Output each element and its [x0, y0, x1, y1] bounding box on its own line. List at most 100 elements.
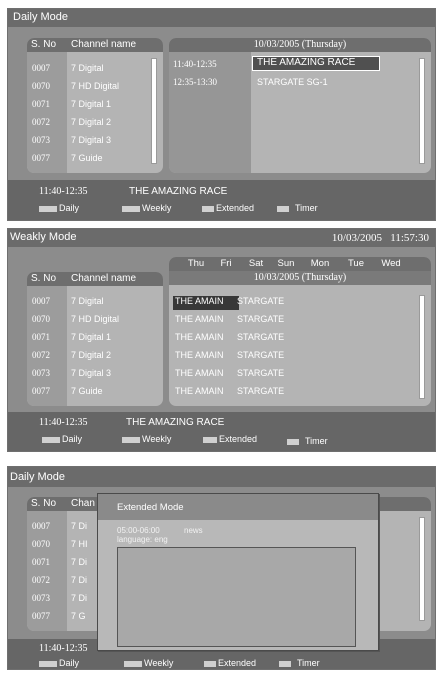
extended-program: news: [184, 526, 203, 535]
channel-name: 7 HD Digital: [71, 81, 120, 91]
status-time: 11:40-12:35: [39, 186, 88, 197]
day-tab-wed[interactable]: Wed: [373, 257, 409, 271]
grid-cell[interactable]: STARGATE: [237, 386, 284, 396]
legend-extended[interactable]: Extended: [203, 433, 257, 445]
channel-name: 7 G: [71, 611, 86, 621]
channel-name: 7 Digital 1: [71, 99, 112, 109]
extended-mode-dialog: Extended Mode 05:00-06:00 news language:…: [97, 493, 379, 651]
weekly-swatch: [122, 436, 140, 443]
legend-weekly[interactable]: Weekly: [122, 433, 171, 445]
program-scrollbar[interactable]: [419, 517, 425, 621]
legend-timer-label: Timer: [297, 658, 320, 668]
list-item[interactable]: 0007 7 Digital: [27, 59, 163, 77]
program-scrollbar[interactable]: [419, 58, 425, 164]
legend-daily[interactable]: Daily: [42, 433, 82, 445]
grid-cell[interactable]: STARGATE: [237, 314, 284, 324]
channel-rows: 0007 7 Digital 0070 7 HD Digital 0071 7 Dig…: [27, 292, 163, 400]
list-item[interactable]: 0073 7 Digital 3: [27, 131, 163, 149]
list-item[interactable]: 0007 7 Digital: [27, 292, 163, 310]
channel-list: S. No Channel name 0007 7 Digital 0070 7 H…: [27, 38, 163, 173]
channel-name: 7 Digital: [71, 63, 104, 73]
grid-row[interactable]: THE AMAIN STARGATE: [175, 364, 284, 382]
day-tab-sun[interactable]: Sun: [271, 257, 301, 271]
legend-weekly[interactable]: Weekly: [122, 202, 171, 214]
status-time: 11:40-12:35: [39, 417, 88, 428]
day-tab-thu[interactable]: Thu: [181, 257, 211, 271]
day-tab-sat[interactable]: Sat: [241, 257, 271, 271]
channel-name: 7 HD Digital: [71, 314, 120, 324]
grid-cell[interactable]: STARGATE: [237, 350, 284, 360]
list-item[interactable]: 0073 7 Digital 3: [27, 364, 163, 382]
legend-daily[interactable]: Daily: [39, 657, 79, 669]
grid-row[interactable]: THE AMAIN STARGATE: [175, 382, 284, 400]
day-tabs: Thu Fri Sat Sun Mon Tue Wed: [169, 257, 431, 271]
list-item[interactable]: 0072 7 Digital 2: [27, 113, 163, 131]
legend-weekly-label: Weekly: [142, 434, 172, 444]
channel-number: 0072: [32, 350, 50, 360]
legend-extended[interactable]: Extended: [204, 657, 256, 669]
grid-scrollbar[interactable]: [419, 295, 425, 399]
legend-weekly-label: Weekly: [142, 203, 172, 213]
channel-name: 7 Di: [71, 593, 88, 603]
daily-swatch: [42, 436, 60, 443]
channel-name: 7 Digital 1: [71, 332, 112, 342]
current-datetime: 10/03/2005 11:57:30: [331, 232, 429, 244]
screen-title: Daily Mode: [8, 9, 435, 27]
legend-timer[interactable]: Timer: [277, 202, 318, 214]
program-time: 12:35-13:30: [173, 77, 217, 87]
channel-number: 0073: [32, 368, 50, 378]
legend-weekly[interactable]: Weekly: [124, 657, 173, 669]
channel-scrollbar[interactable]: [151, 58, 157, 164]
grid-cell[interactable]: STARGATE: [237, 368, 284, 378]
legend-timer[interactable]: Timer: [287, 435, 328, 447]
legend-daily-label: Daily: [59, 203, 80, 213]
legend-extended-label: Extended: [219, 434, 258, 444]
program-panel: 10/03/2005 (Thursday) 11:40-12:35 12:35-…: [169, 38, 431, 173]
list-item[interactable]: 0077 7 Guide: [27, 149, 163, 167]
channel-name: 7 Digital 3: [71, 368, 112, 378]
grid-cell[interactable]: THE AMAIN: [175, 346, 237, 364]
channel-name: 7 Di: [71, 521, 88, 531]
list-item[interactable]: 0070 7 HD Digital: [27, 77, 163, 95]
legend-extended-label: Extended: [218, 658, 257, 668]
program-title[interactable]: STARGATE SG-1: [257, 73, 328, 91]
channel-name: 7 Digital 3: [71, 135, 112, 145]
legend-daily[interactable]: Daily: [39, 202, 79, 214]
grid-row[interactable]: THE AMAIN STARGATE: [175, 328, 284, 346]
list-item[interactable]: 0072 7 Digital 2: [27, 346, 163, 364]
legend-extended-label: Extended: [216, 203, 255, 213]
col-header-channel: Channel name: [67, 272, 163, 286]
grid-cell[interactable]: THE AMAIN: [175, 364, 237, 382]
grid-cell[interactable]: STARGATE: [237, 296, 284, 306]
grid-row[interactable]: THE AMAIN STARGATE: [175, 292, 284, 310]
channel-number: 0072: [32, 117, 50, 127]
grid-row[interactable]: THE AMAIN STARGATE: [175, 346, 284, 364]
timer-swatch: [277, 205, 289, 212]
grid-cell[interactable]: THE AMAIN: [175, 328, 237, 346]
list-item[interactable]: 0070 7 HD Digital: [27, 310, 163, 328]
day-tab-tue[interactable]: Tue: [339, 257, 373, 271]
extended-time: 05:00-06:00: [117, 526, 160, 535]
channel-name: 7 Di: [71, 575, 88, 585]
grid-cell[interactable]: THE AMAIN: [175, 310, 237, 328]
list-item[interactable]: 0071 7 Digital 1: [27, 328, 163, 346]
channel-number: 0077: [32, 153, 50, 163]
grid-row[interactable]: THE AMAIN STARGATE: [175, 310, 284, 328]
day-tab-mon[interactable]: Mon: [301, 257, 339, 271]
extended-swatch: [203, 436, 217, 443]
list-item[interactable]: 0071 7 Digital 1: [27, 95, 163, 113]
status-title: THE AMAZING RACE: [126, 417, 225, 428]
grid-cell[interactable]: THE AMAIN: [175, 292, 237, 310]
legend-extended[interactable]: Extended: [202, 202, 254, 214]
day-tab-fri[interactable]: Fri: [211, 257, 241, 271]
legend-timer[interactable]: Timer: [279, 657, 320, 669]
extended-description-box[interactable]: [117, 547, 356, 647]
list-item[interactable]: 0077 7 Guide: [27, 382, 163, 400]
date-header: 10/03/2005 (Thursday): [169, 38, 431, 52]
channel-name: 7 Di: [71, 557, 88, 567]
channel-number: 0073: [32, 135, 50, 145]
grid-cell[interactable]: THE AMAIN: [175, 382, 237, 400]
col-header-channel: Channel name: [67, 38, 163, 52]
channel-number: 0071: [32, 557, 50, 567]
grid-cell[interactable]: STARGATE: [237, 332, 284, 342]
